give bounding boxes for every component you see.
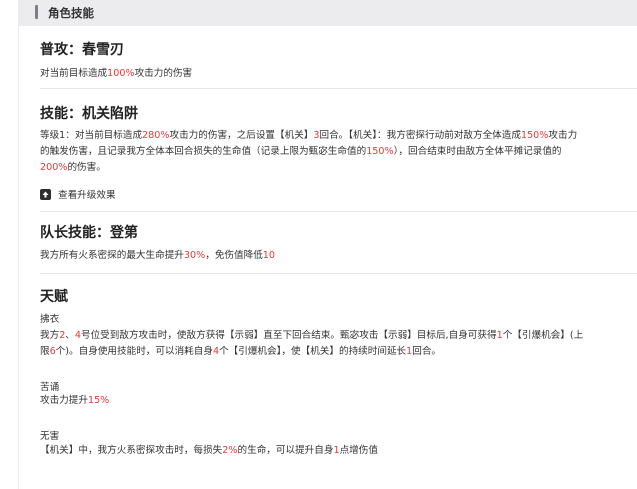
skill-desc-line: 的触发伤害，且记录我方全体本回合损失的生命值（记录上限为甄宓生命值的150%），… xyxy=(40,146,562,157)
header-accent-bar xyxy=(35,5,38,19)
normal-attack-title: 普攻：春雪刃 xyxy=(40,42,124,58)
talent-name-kusong: 苦诵 xyxy=(40,382,60,393)
section-header: 角色技能 xyxy=(18,0,637,27)
skill-title: 技能：机关陷阱 xyxy=(40,106,138,122)
section-title: 角色技能 xyxy=(48,6,94,20)
arrow-up-icon xyxy=(40,188,51,200)
divider xyxy=(40,88,637,89)
talent-desc-fuyi: 我方2、4号位受到敌方攻击时，使敌方获得【示弱】直至下回合结束。甄宓攻击【示弱】… xyxy=(40,328,637,360)
talent-title: 天赋 xyxy=(40,289,68,305)
view-upgrade-label: 查看升级效果 xyxy=(58,190,116,201)
leader-skill-title: 队长技能：登第 xyxy=(40,225,138,241)
talent-name-wuhai: 无害 xyxy=(40,431,60,442)
talent-desc-wuhai: 【机关】中，我方火系密探攻击时，每损失2%的生命，可以提升自身1点增伤值 xyxy=(40,445,378,456)
talent-desc-line: 限6个)。自身使用技能时，可以消耗自身4个【引爆机会】，使【机关】的持续时间延长… xyxy=(40,346,442,357)
divider xyxy=(40,211,637,212)
talent-name-fuyi: 拂衣 xyxy=(40,314,60,325)
skill-desc-line: 等级1：对当前目标造成280%攻击力的伤害，之后设置【机关】3回合。【机关】：我… xyxy=(40,130,578,141)
talent-desc-line: 我方2、4号位受到敌方攻击时，使敌方获得【示弱】直至下回合结束。甄宓攻击【示弱】… xyxy=(40,330,584,341)
skill-desc: 等级1：对当前目标造成280%攻击力的伤害，之后设置【机关】3回合。【机关】：我… xyxy=(40,128,637,176)
talent-desc-kusong: 攻击力提升15% xyxy=(40,395,110,406)
skill-desc-line: 200%的伤害。 xyxy=(40,162,106,173)
divider xyxy=(40,273,637,274)
normal-attack-desc: 对当前目标造成100%攻击力的伤害 xyxy=(40,68,193,79)
leader-skill-desc: 我方所有火系密探的最大生命提升30%，免伤值降低10 xyxy=(40,250,276,261)
view-upgrade-button[interactable]: 查看升级效果 xyxy=(40,187,116,201)
